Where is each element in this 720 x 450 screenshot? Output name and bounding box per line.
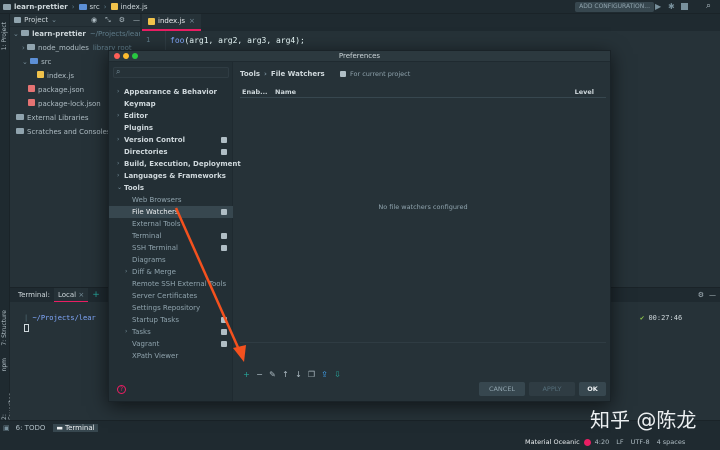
watermark: 知乎 @陈龙	[590, 408, 697, 432]
annotation-arrow	[174, 207, 246, 362]
arrow-head	[233, 345, 246, 362]
arrow-shaft	[174, 207, 242, 353]
